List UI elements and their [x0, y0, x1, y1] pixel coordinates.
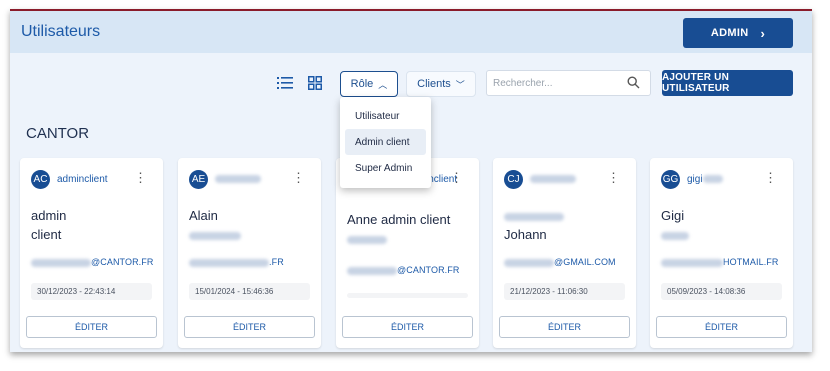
role-option-super-admin[interactable]: Super Admin: [345, 155, 426, 181]
more-options-icon[interactable]: ⋮: [450, 171, 463, 184]
redacted-text: [530, 175, 576, 184]
user-card: AC adminclient ⋮ admin client @CANTOR.FR…: [20, 158, 163, 348]
card-name-line1: Gigi: [661, 208, 685, 223]
edit-button[interactable]: ÉDITER: [342, 316, 473, 338]
search-input[interactable]: [493, 75, 621, 92]
card-email: @CANTOR.FR: [347, 265, 459, 275]
avatar: AC: [31, 170, 50, 189]
card-name: Anne admin client: [347, 210, 472, 248]
redacted-text: [702, 175, 723, 184]
card-name: Johann: [504, 206, 629, 244]
page-header: Utilisateurs ADMIN ›: [10, 11, 812, 53]
redacted-text: [504, 212, 564, 221]
section-title: CANTOR: [26, 125, 90, 142]
card-username: gigi: [687, 174, 723, 185]
redacted-text: [189, 258, 269, 267]
card-email-text: @CANTOR.FR: [91, 257, 154, 267]
search-icon[interactable]: [627, 76, 640, 89]
card-name: admin client: [31, 206, 156, 244]
admin-button[interactable]: ADMIN ›: [683, 18, 793, 48]
admin-button-label: ADMIN: [710, 27, 749, 39]
card-name: Gigi: [661, 206, 786, 244]
card-name-line1: Anne admin client: [347, 212, 451, 227]
app-frame: Utilisateurs ADMIN › Rôle ︿ Clients ﹀ AJ…: [10, 9, 812, 352]
card-date: 30/12/2023 - 22:43:14: [31, 283, 152, 300]
avatar: GG: [661, 170, 680, 189]
clients-filter-label: Clients: [417, 78, 451, 90]
edit-button[interactable]: ÉDITER: [499, 316, 630, 338]
avatar: AE: [189, 170, 208, 189]
redacted-text: [347, 235, 387, 244]
card-date: [347, 293, 468, 298]
list-view-icon[interactable]: [277, 76, 293, 90]
redacted-text: [661, 231, 689, 240]
more-options-icon[interactable]: ⋮: [607, 171, 620, 184]
clients-filter-button[interactable]: Clients ﹀: [406, 71, 476, 97]
card-date: 05/09/2023 - 14:08:36: [661, 283, 782, 300]
card-email-text: HOTMAIL.FR: [723, 257, 779, 267]
add-user-button[interactable]: AJOUTER UN UTILISATEUR: [662, 70, 793, 96]
redacted-text: [189, 231, 241, 240]
card-username: [215, 174, 261, 185]
card-name-line2: Johann: [504, 227, 547, 242]
user-card: CJ ⋮ Johann @GMAIL.COM 21/12/2023 - 11:0…: [493, 158, 636, 348]
role-dropdown-menu: Utilisateur Admin client Super Admin: [340, 97, 431, 188]
card-username: adminclient: [57, 174, 108, 185]
card-email: .FR: [189, 257, 284, 267]
redacted-text: [31, 258, 91, 267]
card-username: [530, 174, 576, 185]
edit-button[interactable]: ÉDITER: [184, 316, 315, 338]
more-options-icon[interactable]: ⋮: [134, 171, 147, 184]
edit-button[interactable]: ÉDITER: [656, 316, 787, 338]
role-filter-button[interactable]: Rôle ︿: [340, 71, 398, 97]
redacted-text: [215, 175, 261, 184]
role-filter-label: Rôle: [350, 78, 374, 90]
card-email-text: .FR: [269, 257, 284, 267]
card-name-line2: client: [31, 227, 62, 242]
card-email-text: @CANTOR.FR: [397, 265, 460, 275]
user-card: GG gigi ⋮ Gigi HOTMAIL.FR 05/09/2023 - 1…: [650, 158, 793, 348]
chevron-down-icon: ﹀: [455, 79, 465, 90]
card-name-line1: Alain: [189, 208, 218, 223]
chevron-right-icon: ›: [760, 25, 766, 41]
more-options-icon[interactable]: ⋮: [292, 171, 305, 184]
redacted-text: [661, 258, 723, 267]
search-box: [486, 70, 651, 96]
avatar: CJ: [504, 170, 523, 189]
card-email: HOTMAIL.FR: [661, 257, 779, 267]
page-title: Utilisateurs: [21, 23, 101, 40]
card-date: 15/01/2024 - 15:46:36: [189, 283, 310, 300]
redacted-text: [504, 258, 554, 267]
role-option-admin-client[interactable]: Admin client: [345, 129, 426, 155]
card-name-line1: admin: [31, 208, 67, 223]
card-email-text: @GMAIL.COM: [554, 257, 616, 267]
redacted-text: [347, 266, 397, 275]
role-option-utilisateur[interactable]: Utilisateur: [345, 103, 426, 129]
grid-view-icon[interactable]: [308, 76, 322, 90]
more-options-icon[interactable]: ⋮: [764, 171, 777, 184]
card-name: Alain: [189, 206, 314, 244]
card-email: @GMAIL.COM: [504, 257, 616, 267]
edit-button[interactable]: ÉDITER: [26, 316, 157, 338]
chevron-up-icon: ︿: [378, 79, 388, 90]
user-card: AE ⋮ Alain .FR 15/01/2024 - 15:46:36 ÉDI…: [178, 158, 321, 348]
card-email: @CANTOR.FR: [31, 257, 153, 267]
card-date: 21/12/2023 - 11:06:30: [504, 283, 625, 300]
